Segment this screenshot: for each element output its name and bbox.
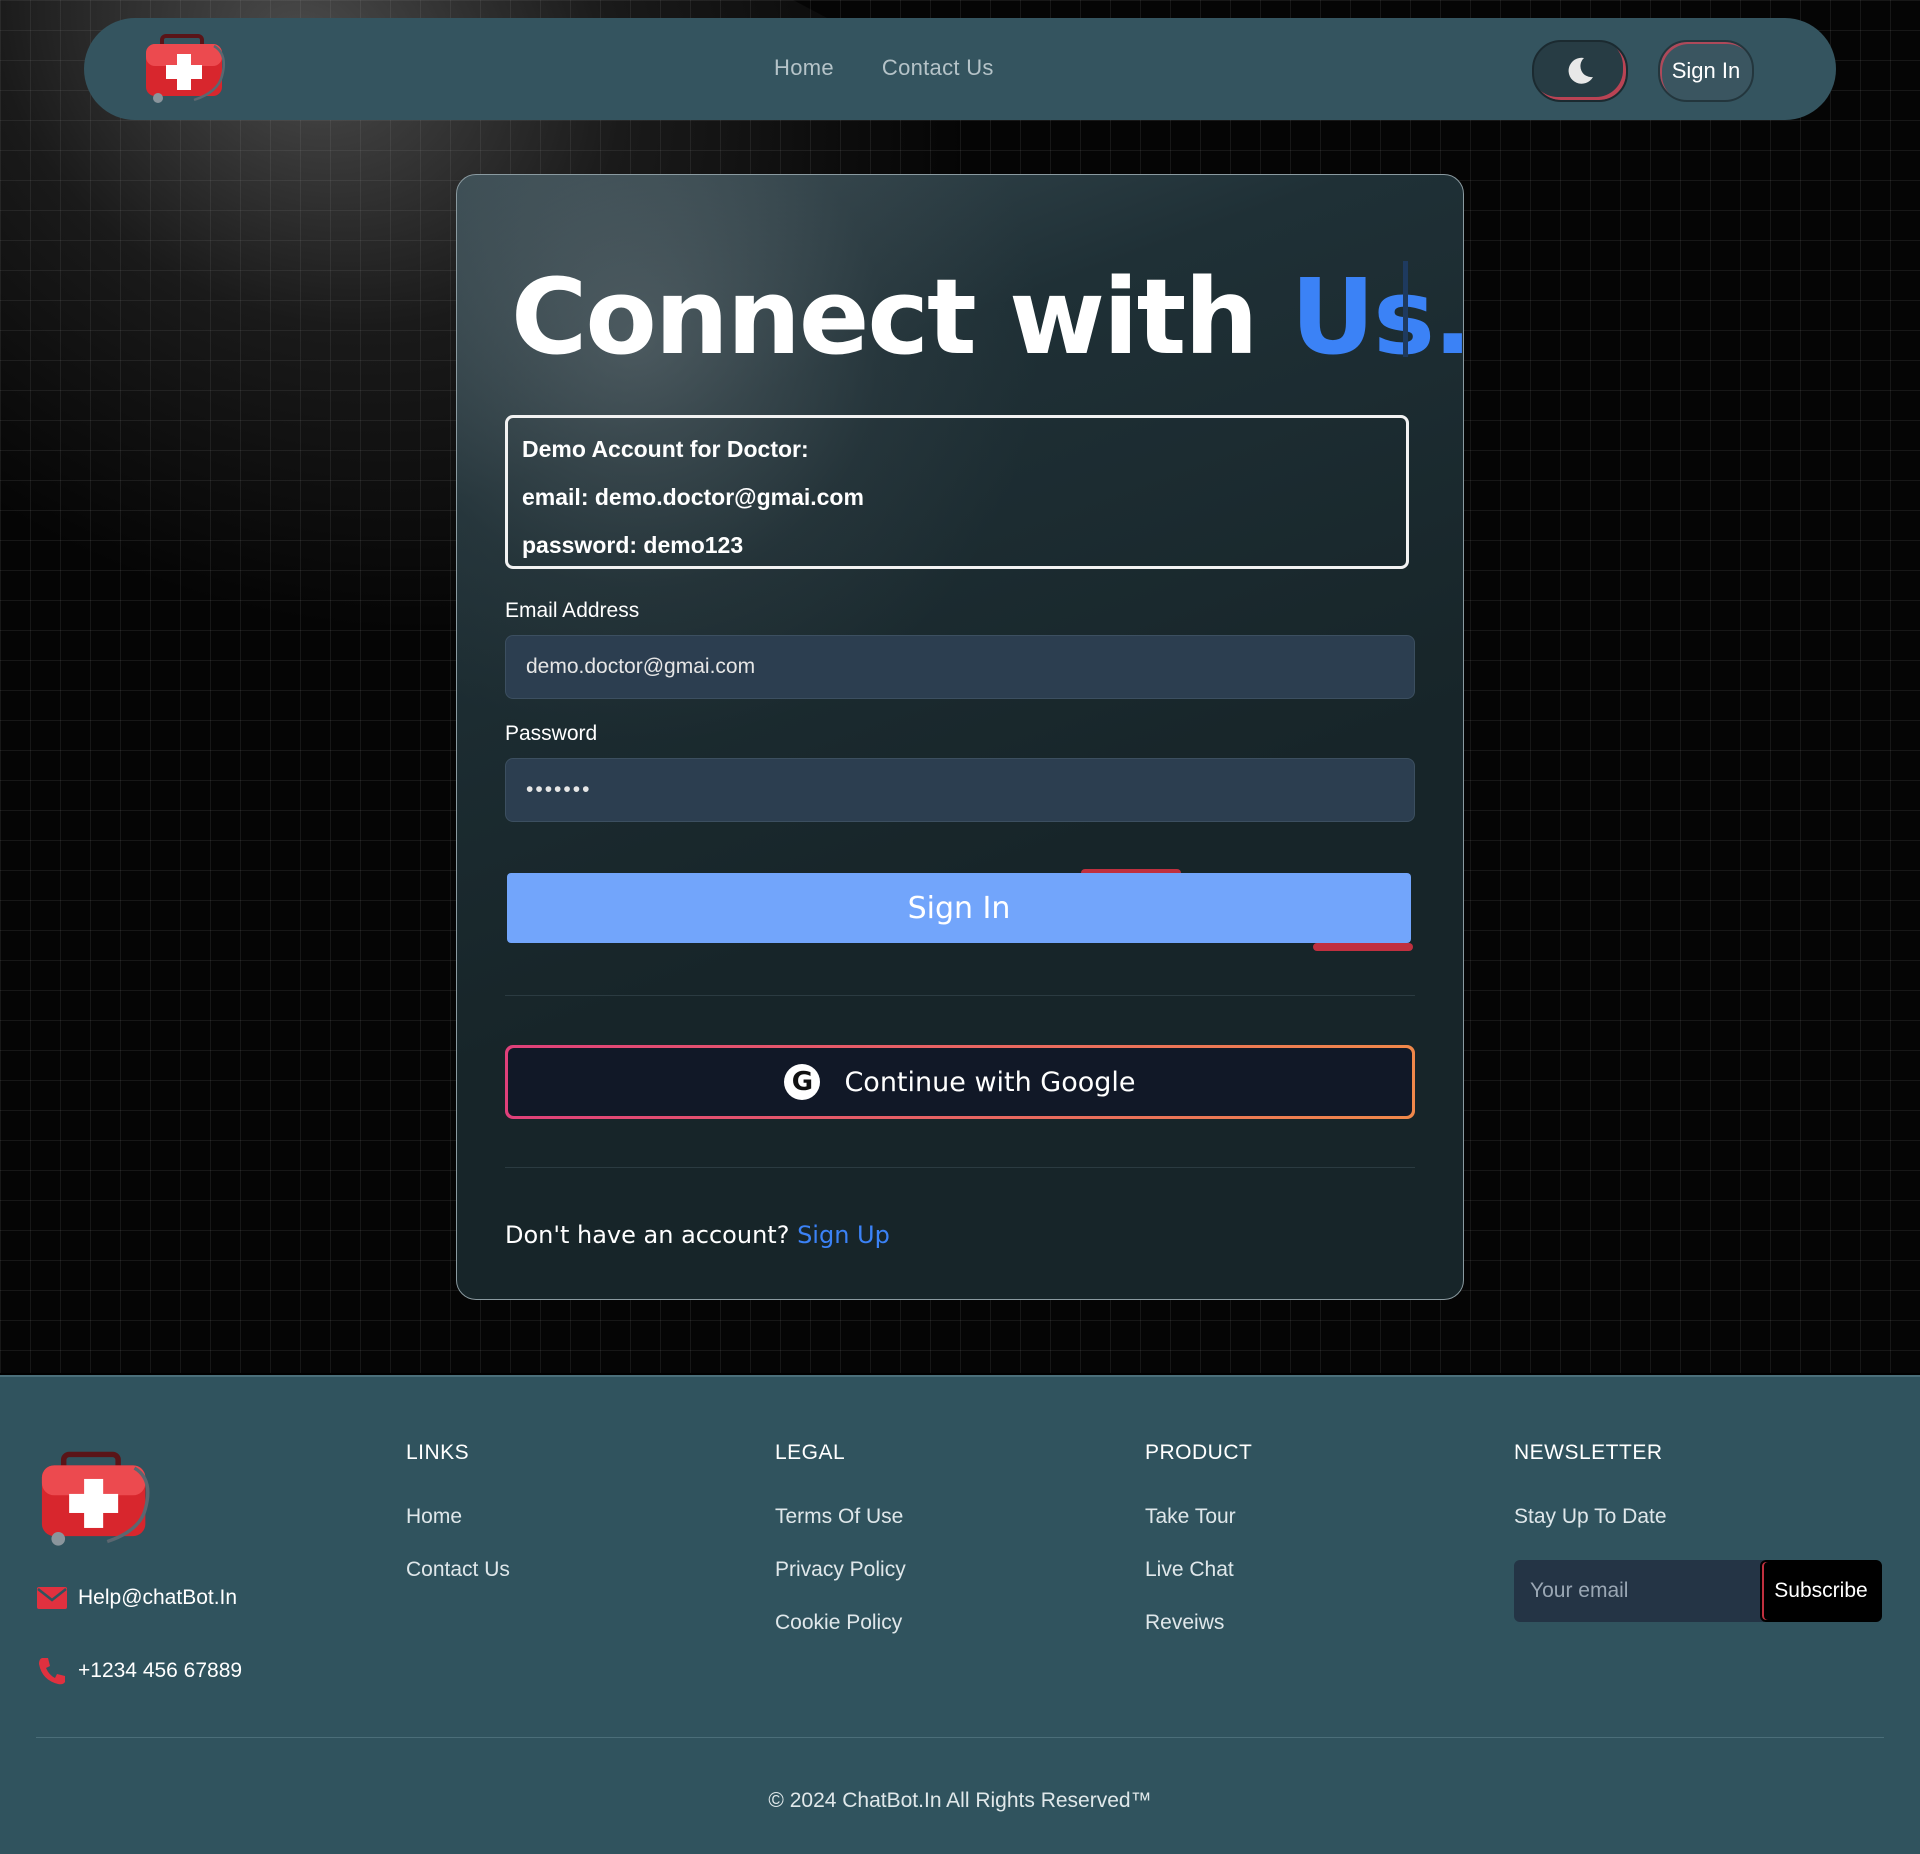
navbar: Home Contact Us Sign In bbox=[84, 18, 1836, 120]
footer: Help@chatBot.In +1234 456 67889 LINKS Ho… bbox=[0, 1375, 1920, 1854]
demo-account-box: Demo Account for Doctor: email: demo.doc… bbox=[505, 415, 1409, 569]
signup-prompt: Don't have an account? Sign Up bbox=[505, 1221, 890, 1249]
password-field[interactable] bbox=[505, 758, 1415, 822]
nav-link-home[interactable]: Home bbox=[774, 55, 834, 81]
divider-bottom bbox=[505, 1167, 1415, 1168]
nav-links: Home Contact Us bbox=[774, 55, 994, 81]
subscribe-button[interactable]: Subscribe bbox=[1760, 1560, 1882, 1622]
signup-link[interactable]: Sign Up bbox=[797, 1221, 890, 1249]
title-accent: Us. bbox=[1290, 256, 1464, 378]
footer-link-cookie[interactable]: Cookie Policy bbox=[775, 1611, 906, 1635]
footer-email-text: Help@chatBot.In bbox=[78, 1586, 238, 1609]
footer-link-home[interactable]: Home bbox=[406, 1505, 510, 1529]
footer-legal-column: LEGAL Terms Of Use Privacy Policy Cookie… bbox=[775, 1441, 906, 1664]
newsletter-email-input[interactable] bbox=[1514, 1560, 1764, 1622]
footer-email[interactable]: Help@chatBot.In bbox=[36, 1585, 237, 1611]
google-button-label: Continue with Google bbox=[844, 1066, 1136, 1098]
mail-icon bbox=[37, 1587, 67, 1609]
footer-link-reviews[interactable]: Reveiws bbox=[1145, 1611, 1252, 1635]
footer-links-title: LINKS bbox=[406, 1441, 470, 1464]
footer-newsletter-title: NEWSLETTER bbox=[1514, 1441, 1663, 1464]
password-label: Password bbox=[505, 722, 598, 745]
demo-email: email: demo.doctor@gmai.com bbox=[522, 484, 864, 510]
demo-password: password: demo123 bbox=[522, 532, 744, 558]
google-icon: G bbox=[784, 1064, 821, 1100]
footer-link-terms[interactable]: Terms Of Use bbox=[775, 1505, 906, 1529]
nav-signin-button[interactable]: Sign In bbox=[1658, 40, 1754, 102]
footer-link-contact[interactable]: Contact Us bbox=[406, 1558, 510, 1582]
divider-top bbox=[505, 995, 1415, 996]
signin-accent-bottom bbox=[1313, 943, 1413, 951]
footer-product-column: PRODUCT Take Tour Live Chat Reveiws bbox=[1145, 1441, 1252, 1664]
footer-phone[interactable]: +1234 456 67889 bbox=[36, 1655, 242, 1687]
email-label: Email Address bbox=[505, 599, 640, 622]
login-card: Connect with Us. Demo Account for Doctor… bbox=[456, 174, 1464, 1300]
medical-kit-icon bbox=[41, 1451, 150, 1546]
page-title: Connect with Us. bbox=[511, 256, 1464, 378]
footer-phone-text: +1234 456 67889 bbox=[78, 1659, 243, 1682]
footer-link-privacy[interactable]: Privacy Policy bbox=[775, 1558, 906, 1582]
google-signin-button[interactable]: G Continue with Google bbox=[505, 1045, 1415, 1119]
signup-prompt-text: Don't have an account? bbox=[505, 1221, 798, 1249]
medical-kit-icon[interactable] bbox=[142, 32, 228, 104]
phone-icon bbox=[39, 1658, 65, 1685]
theme-toggle-button[interactable] bbox=[1532, 40, 1628, 102]
footer-product-title: PRODUCT bbox=[1145, 1441, 1253, 1464]
newsletter-subtitle: Stay Up To Date bbox=[1514, 1505, 1667, 1528]
footer-link-tour[interactable]: Take Tour bbox=[1145, 1505, 1252, 1529]
footer-newsletter-column: NEWSLETTER Stay Up To Date bbox=[1514, 1441, 1667, 1558]
footer-divider bbox=[36, 1737, 1884, 1738]
signin-button[interactable]: Sign In bbox=[507, 873, 1411, 943]
google-button-inner: G Continue with Google bbox=[508, 1048, 1412, 1116]
signin-button-wrap: Sign In bbox=[507, 869, 1413, 951]
email-field[interactable] bbox=[505, 635, 1415, 699]
footer-legal-title: LEGAL bbox=[775, 1441, 846, 1464]
demo-title: Demo Account for Doctor: bbox=[522, 436, 809, 462]
copyright-text: © 2024 ChatBot.In All Rights Reserved™ bbox=[768, 1789, 1152, 1812]
footer-link-chat[interactable]: Live Chat bbox=[1145, 1558, 1252, 1582]
typing-cursor bbox=[1403, 261, 1408, 357]
title-main: Connect with bbox=[511, 256, 1291, 378]
footer-links-column: LINKS Home Contact Us bbox=[406, 1441, 510, 1611]
nav-link-contact[interactable]: Contact Us bbox=[882, 55, 994, 81]
moon-icon bbox=[1568, 57, 1593, 84]
